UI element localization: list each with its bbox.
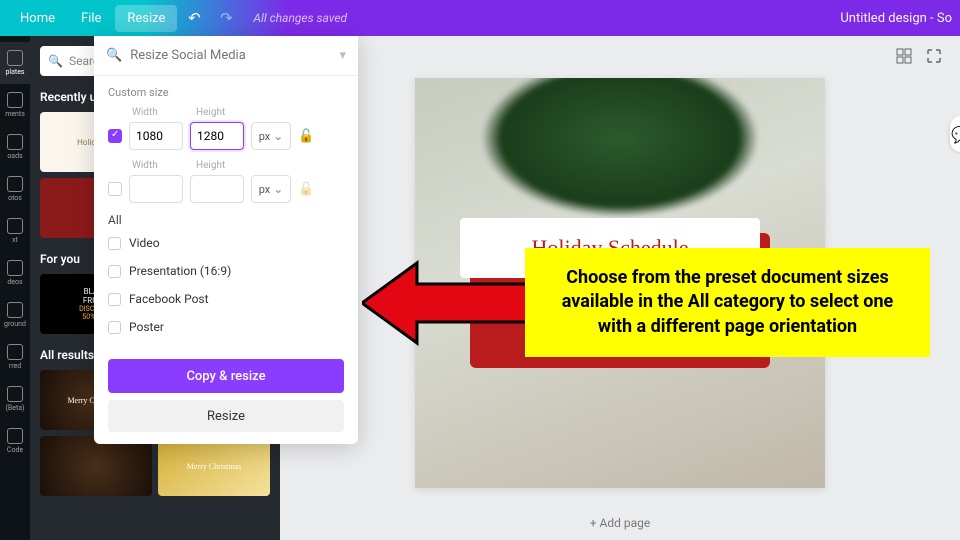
top-bar: Home File Resize ↶ ↷ All changes saved U… bbox=[0, 0, 960, 36]
save-status: All changes saved bbox=[253, 11, 347, 25]
undo-icon[interactable]: ↶ bbox=[179, 3, 209, 33]
comment-bubble[interactable]: 💬 bbox=[950, 116, 960, 152]
sidebar-templates[interactable]: plates bbox=[0, 42, 30, 84]
sidebar-beta[interactable]: (Beta) bbox=[0, 378, 30, 420]
redo-icon[interactable]: ↷ bbox=[211, 3, 241, 33]
sidebar-uploads[interactable]: oads bbox=[0, 126, 30, 168]
height-label-2: Height bbox=[196, 160, 225, 171]
home-button[interactable]: Home bbox=[8, 5, 67, 32]
template-thumb[interactable] bbox=[40, 436, 152, 496]
unit-select[interactable]: px bbox=[251, 122, 291, 150]
lock-icon-2[interactable]: 🔓 bbox=[298, 182, 314, 197]
resize-button[interactable]: Resize bbox=[115, 5, 177, 32]
expand-icon[interactable] bbox=[926, 48, 942, 64]
custom-size-label: Custom size bbox=[108, 86, 344, 99]
file-button[interactable]: File bbox=[69, 5, 113, 32]
sidebar-starred[interactable]: rred bbox=[0, 336, 30, 378]
width-input-2[interactable] bbox=[129, 175, 183, 203]
sidebar-elements[interactable]: ments bbox=[0, 84, 30, 126]
resize-search-input[interactable] bbox=[130, 48, 331, 63]
grid-icon[interactable] bbox=[896, 48, 912, 64]
search-icon: 🔍 bbox=[48, 54, 63, 68]
height-input[interactable] bbox=[190, 122, 244, 150]
dimension-checkbox[interactable] bbox=[108, 129, 122, 143]
unit-select-2[interactable]: px bbox=[251, 175, 291, 203]
height-label: Height bbox=[196, 107, 225, 118]
left-rail: plates ments oads otos xt deos ground rr… bbox=[0, 36, 30, 540]
canvas-toolbar bbox=[280, 36, 960, 76]
sidebar-videos[interactable]: deos bbox=[0, 252, 30, 294]
width-label: Width bbox=[132, 107, 186, 118]
pine-decoration bbox=[480, 78, 760, 218]
height-input-2[interactable] bbox=[190, 175, 244, 203]
copy-resize-button[interactable]: Copy & resize bbox=[108, 359, 344, 393]
search-icon: 🔍 bbox=[106, 48, 122, 63]
annotation-callout: Choose from the preset document sizes av… bbox=[525, 248, 930, 357]
sidebar-text[interactable]: xt bbox=[0, 210, 30, 252]
document-title[interactable]: Untitled design - So bbox=[840, 11, 952, 26]
lock-icon[interactable]: 🔓 bbox=[298, 129, 314, 144]
all-category-label: All bbox=[108, 213, 344, 227]
width-label-2: Width bbox=[132, 160, 186, 171]
width-input[interactable] bbox=[129, 122, 183, 150]
sidebar-background[interactable]: ground bbox=[0, 294, 30, 336]
chevron-down-icon[interactable]: ▾ bbox=[339, 48, 346, 63]
sidebar-code[interactable]: Code bbox=[0, 420, 30, 462]
preset-poster[interactable]: Poster bbox=[108, 313, 344, 341]
sidebar-photos[interactable]: otos bbox=[0, 168, 30, 210]
add-page-button[interactable]: + Add page bbox=[280, 506, 960, 540]
resize-popover: 🔍 ▾ Custom size Width Height px 🔓 Width He… bbox=[94, 36, 358, 444]
preset-video[interactable]: Video bbox=[108, 229, 344, 257]
dimension-checkbox-2[interactable] bbox=[108, 182, 122, 196]
preset-presentation[interactable]: Presentation (16:9) bbox=[108, 257, 344, 285]
template-thumb[interactable]: Merry Christmas bbox=[158, 436, 270, 496]
annotation-arrow-icon bbox=[362, 258, 532, 348]
resize-only-button[interactable]: Resize bbox=[108, 400, 344, 432]
preset-facebook-post[interactable]: Facebook Post bbox=[108, 285, 344, 313]
resize-search[interactable]: 🔍 ▾ bbox=[94, 36, 358, 76]
